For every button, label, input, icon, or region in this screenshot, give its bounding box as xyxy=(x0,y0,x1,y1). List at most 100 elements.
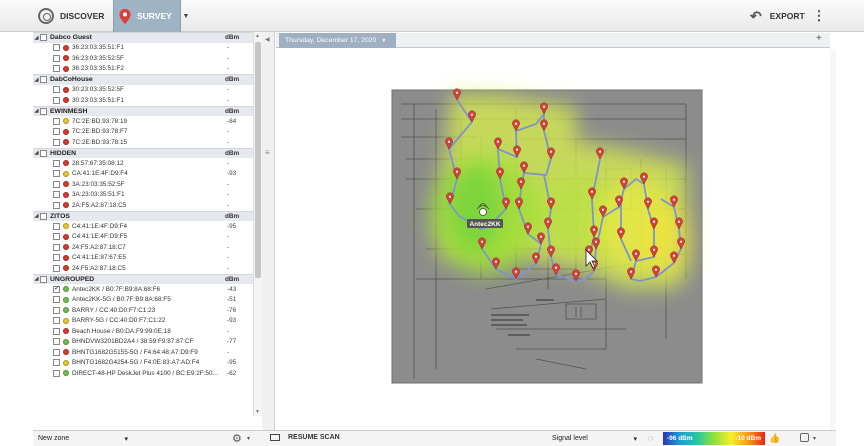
group-checkbox[interactable] xyxy=(40,275,47,283)
survey-button[interactable]: SURVEY xyxy=(113,0,181,32)
network-row[interactable]: 28:57:67:35:08:12 - xyxy=(33,158,261,169)
group-header[interactable]: ◢ UNGROUPED dBm xyxy=(33,273,261,284)
group-checkbox[interactable] xyxy=(40,107,47,115)
network-row[interactable]: 7C:2E:BD:93:78:15 - xyxy=(33,137,261,148)
network-row[interactable]: C4:41:1E:4F:D9:F4 -95 xyxy=(33,221,261,232)
network-row[interactable]: 24:F5:A2:87:18:C7 - xyxy=(33,242,261,253)
floorplan-heatmap[interactable]: Antec2KK xyxy=(276,49,830,430)
network-row[interactable]: 30:23:03:35:52:5F - xyxy=(33,85,261,96)
group-checkbox[interactable] xyxy=(40,76,47,84)
more-menu-button[interactable]: ⋮ xyxy=(813,0,826,32)
splitter-handle-icon[interactable]: ≡ xyxy=(265,148,270,157)
group-header[interactable]: ◢ DabCoHouse dBm xyxy=(33,74,261,85)
network-row[interactable]: 2A:F5:A2:87:18:C5 - xyxy=(33,200,261,211)
expand-triangle-icon[interactable]: ◢ xyxy=(33,77,40,83)
network-checkbox[interactable] xyxy=(53,159,60,167)
network-checkbox[interactable] xyxy=(53,117,60,125)
network-signal-value: -95 xyxy=(227,222,237,230)
group-checkbox[interactable] xyxy=(40,34,47,42)
network-checkbox[interactable] xyxy=(53,327,60,335)
network-checkbox[interactable] xyxy=(53,348,60,356)
scroll-down-icon[interactable]: ▼ xyxy=(255,409,260,415)
expand-triangle-icon[interactable]: ◢ xyxy=(33,35,40,41)
network-row[interactable]: CA:41:1E:4F:D9:F4 -93 xyxy=(33,169,261,180)
network-row[interactable]: DIRECT-48-HP DeskJet Plus 4100 / BC:E9:2… xyxy=(33,368,261,379)
resume-scan-button[interactable]: RESUME SCAN xyxy=(270,434,340,441)
network-checkbox[interactable] xyxy=(53,44,60,52)
network-row[interactable]: 36:23:03:35:52:5F - xyxy=(33,53,261,64)
network-checkbox[interactable] xyxy=(53,170,60,178)
chevron-down-icon[interactable]: ▾ xyxy=(813,435,816,442)
survey-dropdown-button[interactable]: ▼ xyxy=(181,0,191,32)
network-row[interactable]: 3A:23:03:35:52:5F - xyxy=(33,179,261,190)
expand-triangle-icon[interactable]: ◢ xyxy=(33,150,40,156)
network-row[interactable]: BARRY-5G / CC:40:D0:F7:C1:22 -93 xyxy=(33,316,261,327)
network-row[interactable]: Antec2KK / B0:7F:B9:8A:68:F6 -43 xyxy=(33,284,261,295)
group-header[interactable]: ◢ HIDDEN dBm xyxy=(33,147,261,158)
network-row[interactable]: BHNTG1682G4254-5G / F4:0E:83:A7:AD:F4 -95 xyxy=(33,358,261,369)
network-row[interactable]: 7C:2E:BD:93:78:F7 - xyxy=(33,127,261,138)
network-checkbox[interactable] xyxy=(53,306,60,314)
network-checkbox[interactable] xyxy=(53,54,60,62)
tab-survey-date[interactable]: Thursday, December 17, 2020 ▼ xyxy=(279,33,396,48)
expand-triangle-icon[interactable]: ◢ xyxy=(33,108,40,114)
network-checkbox[interactable] xyxy=(53,264,60,272)
thumbs-up-icon[interactable]: 👍 xyxy=(769,433,780,444)
visualization-select[interactable]: Signal level ▾ xyxy=(552,435,637,443)
network-row[interactable]: 24:F5:A2:87:18:C5 - xyxy=(33,263,261,274)
network-checkbox[interactable] xyxy=(53,243,60,251)
grid-icon[interactable] xyxy=(800,433,809,442)
network-row[interactable]: C4:41:1E:4F:D9:F5 - xyxy=(33,232,261,243)
legend-toggle-icon[interactable]: ◌ xyxy=(648,433,653,443)
scroll-up-icon[interactable]: ▲ xyxy=(255,33,260,39)
zone-select[interactable]: New zone ▾ xyxy=(38,435,128,443)
network-row[interactable]: BARRY / CC:40:D0:F7:C1:23 -76 xyxy=(33,305,261,316)
group-header[interactable]: ◢ ZITOS dBm xyxy=(33,210,261,221)
network-checkbox[interactable] xyxy=(53,191,60,199)
network-row[interactable]: Beach House / B0:DA:F9:99:0E:18 - xyxy=(33,326,261,337)
network-row[interactable]: 36:23:03:35:51:F1 - xyxy=(33,43,261,54)
network-checkbox[interactable] xyxy=(53,201,60,209)
collapse-left-icon[interactable]: ◀ xyxy=(265,36,270,43)
network-checkbox[interactable] xyxy=(53,254,60,262)
network-checkbox[interactable] xyxy=(53,138,60,146)
network-row[interactable]: C4:41:1E:87:67:E5 - xyxy=(33,253,261,264)
panel-splitter[interactable]: ◀ ≡ xyxy=(262,32,275,430)
export-button[interactable]: ↶ EXPORT xyxy=(748,0,808,32)
group-checkbox[interactable] xyxy=(40,212,47,220)
network-checkbox[interactable] xyxy=(53,317,60,325)
network-checkbox[interactable] xyxy=(53,296,60,304)
network-checkbox[interactable] xyxy=(53,284,60,293)
network-row[interactable]: 36:23:03:35:51:F2 - xyxy=(33,64,261,75)
chevron-down-icon[interactable]: ▾ xyxy=(247,435,250,442)
network-checkbox[interactable] xyxy=(53,369,60,377)
expand-triangle-icon[interactable]: ◢ xyxy=(33,276,40,282)
network-checkbox[interactable] xyxy=(53,359,60,367)
network-checkbox[interactable] xyxy=(53,338,60,346)
group-header[interactable]: ◢ EWINMESH dBm xyxy=(33,105,261,116)
network-checkbox[interactable] xyxy=(53,65,60,73)
sidebar-scrollbar[interactable]: ▲ ▼ xyxy=(253,32,262,416)
signal-legend[interactable]: -96 dBm -10 dBm xyxy=(663,432,765,445)
network-row[interactable]: 7C:2E:BD:93:78:19 -84 xyxy=(33,116,261,127)
network-checkbox[interactable] xyxy=(53,180,60,188)
group-header[interactable]: ◢ Dabco Guest dBm xyxy=(33,32,261,43)
network-checkbox[interactable] xyxy=(53,96,60,104)
network-checkbox[interactable] xyxy=(53,128,60,136)
heatmap-canvas[interactable]: Antec2KK xyxy=(276,49,830,430)
network-row[interactable]: BHNDVW3201BD2A4 / 38:59:F9:87:87:CF -77 xyxy=(33,337,261,348)
network-checkbox[interactable] xyxy=(53,86,60,94)
network-checkbox[interactable] xyxy=(53,233,60,241)
gear-icon[interactable]: ⚙ xyxy=(232,432,242,445)
network-row[interactable]: 30:23:03:35:51:F1 - xyxy=(33,95,261,106)
add-tab-icon[interactable]: + xyxy=(816,33,822,44)
expand-triangle-icon[interactable]: ◢ xyxy=(33,213,40,219)
network-checkbox[interactable] xyxy=(53,222,60,230)
network-row[interactable]: BHNTG1682G5155-5G / F4:64:48:A7:D9:F9 - xyxy=(33,347,261,358)
group-checkbox[interactable] xyxy=(40,149,47,157)
network-row[interactable]: Antec2KK-5G / B0:7F:B9:8A:68:F5 -51 xyxy=(33,295,261,306)
network-row[interactable]: 3A:23:03:35:51:F1 - xyxy=(33,190,261,201)
discover-button[interactable]: DISCOVER xyxy=(34,0,108,32)
canvas-scrollbar[interactable] xyxy=(830,49,836,430)
scrollbar-thumb[interactable] xyxy=(255,42,261,278)
